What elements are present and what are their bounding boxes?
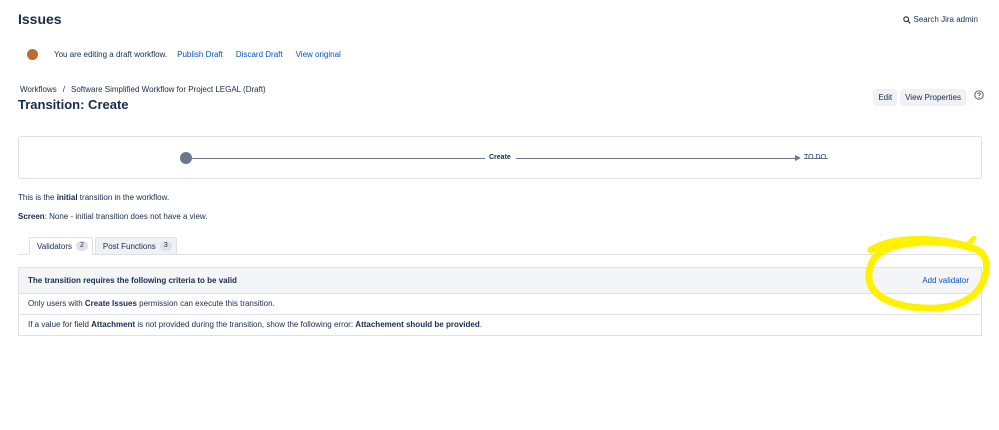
breadcrumb-workflows[interactable]: Workflows — [20, 85, 57, 94]
validators-panel: The transition requires the following cr… — [18, 267, 982, 336]
view-properties-button[interactable]: View Properties — [900, 89, 966, 106]
tab-post-functions[interactable]: Post Functions 3 — [94, 237, 177, 254]
search-jira-admin-button[interactable]: Search Jira admin — [902, 15, 978, 24]
validator-text: . — [479, 320, 482, 329]
arrow-icon — [795, 155, 801, 161]
transition-label: Create — [489, 154, 511, 161]
transition-tabs: Validators 2 Post Functions 3 — [29, 237, 177, 255]
search-label: Search Jira admin — [913, 15, 978, 24]
view-original-link[interactable]: View original — [296, 50, 341, 59]
screen-info: Screen: None - initial transition does n… — [18, 212, 207, 221]
validators-header: The transition requires the following cr… — [19, 268, 981, 294]
tab-count-badge: 3 — [159, 241, 172, 251]
validator-permission: Create Issues — [84, 299, 137, 308]
breadcrumb-workflow-name[interactable]: Software Simplified Workflow for Project… — [71, 85, 266, 94]
validator-error-message: Attachement should be provided — [355, 320, 480, 329]
validator-text: is not provided during the transition, s… — [135, 320, 356, 329]
tab-validators[interactable]: Validators 2 — [29, 237, 93, 255]
info-initial: initial — [56, 193, 78, 202]
draft-message: You are editing a draft workflow. — [54, 50, 168, 59]
validator-field: Attachment — [91, 320, 136, 329]
validator-text: If a value for field — [28, 320, 92, 329]
validator-text: Only users with — [28, 299, 85, 308]
tab-count-badge: 2 — [75, 241, 88, 251]
transition-actions: Edit View Properties — [873, 89, 966, 106]
search-icon — [902, 15, 911, 24]
target-status-line — [804, 158, 828, 159]
draft-workflow-bar: You are editing a draft workflow. Publis… — [27, 49, 354, 60]
transition-line — [516, 158, 796, 159]
info-text: transition in the workflow. — [77, 193, 170, 202]
tab-label: Post Functions — [102, 241, 156, 251]
initial-node — [180, 152, 192, 164]
transition-diagram: Create TO DO — [18, 136, 982, 179]
tabs-divider — [18, 254, 982, 255]
validators-title: The transition requires the following cr… — [28, 276, 237, 285]
discard-draft-link[interactable]: Discard Draft — [236, 50, 283, 59]
edit-button[interactable]: Edit — [873, 89, 898, 106]
screen-label: Screen — [18, 212, 45, 221]
transition-heading: Transition: Create — [18, 97, 129, 112]
transition-line — [192, 158, 485, 159]
info-text: This is the — [18, 193, 57, 202]
validator-text: permission can execute this transition. — [136, 299, 275, 308]
page-title: Issues — [18, 11, 62, 27]
validator-row: If a value for field Attachment is not p… — [19, 315, 981, 335]
help-icon[interactable] — [974, 90, 984, 100]
publish-draft-link[interactable]: Publish Draft — [177, 50, 223, 59]
tab-label: Validators — [37, 241, 72, 251]
screen-value: : None - initial transition does not hav… — [44, 212, 208, 221]
breadcrumb-separator: / — [62, 85, 65, 94]
add-validator-link[interactable]: Add validator — [922, 276, 969, 285]
breadcrumb: Workflows / Software Simplified Workflow f… — [20, 85, 266, 94]
transition-type-info: This is the initial transition in the wo… — [18, 193, 169, 202]
validator-row: Only users with Create Issues permission… — [19, 294, 981, 315]
draft-status-dot — [27, 49, 38, 60]
